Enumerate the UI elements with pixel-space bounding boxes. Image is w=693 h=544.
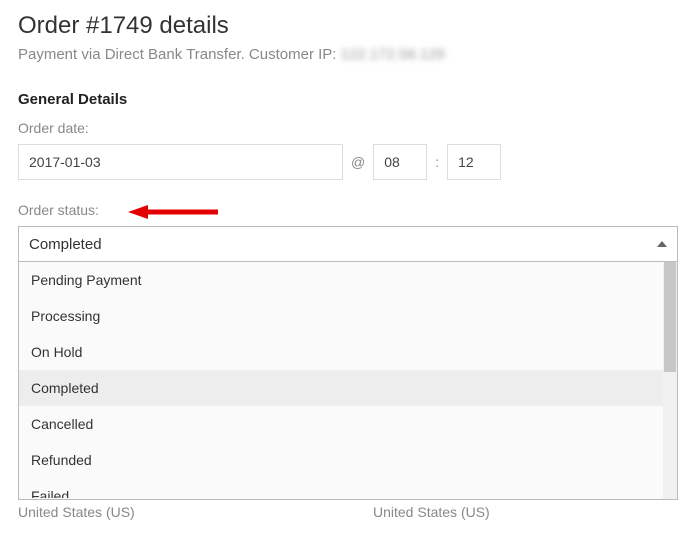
order-status-dropdown: Pending Payment Processing On Hold Compl… (18, 262, 678, 500)
page-title: Order #1749 details (18, 12, 675, 40)
order-hour-input[interactable] (373, 144, 427, 180)
status-option-pending-payment[interactable]: Pending Payment (19, 262, 677, 298)
order-minute-input[interactable] (447, 144, 501, 180)
payment-method-text: Payment via Direct Bank Transfer. Custom… (18, 46, 341, 63)
customer-ip: 122.172.56.129 (341, 46, 445, 63)
order-date-input[interactable] (18, 144, 343, 180)
order-date-label: Order date: (18, 120, 675, 136)
order-status-selected-value: Completed (29, 236, 102, 253)
annotation-arrow-icon (128, 203, 218, 221)
scrollbar-thumb[interactable] (664, 262, 676, 372)
status-option-processing[interactable]: Processing (19, 298, 677, 334)
shipping-country: United States (US) (373, 504, 490, 520)
caret-up-icon (657, 241, 667, 247)
footer-row: United States (US) United States (US) (18, 504, 675, 520)
time-colon: : (435, 154, 439, 170)
payment-subtitle: Payment via Direct Bank Transfer. Custom… (18, 46, 675, 63)
status-option-failed[interactable]: Failed (19, 478, 677, 498)
billing-country: United States (US) (18, 504, 373, 520)
order-date-row: @ : (18, 144, 675, 180)
status-option-on-hold[interactable]: On Hold (19, 334, 677, 370)
general-details-heading: General Details (18, 91, 675, 108)
status-option-completed[interactable]: Completed (19, 370, 677, 406)
status-option-refunded[interactable]: Refunded (19, 442, 677, 478)
order-status-label: Order status: (18, 202, 675, 218)
status-option-cancelled[interactable]: Cancelled (19, 406, 677, 442)
dropdown-scrollbar[interactable] (663, 262, 677, 499)
order-status-select[interactable]: Completed (18, 226, 678, 262)
at-symbol: @ (351, 154, 365, 170)
